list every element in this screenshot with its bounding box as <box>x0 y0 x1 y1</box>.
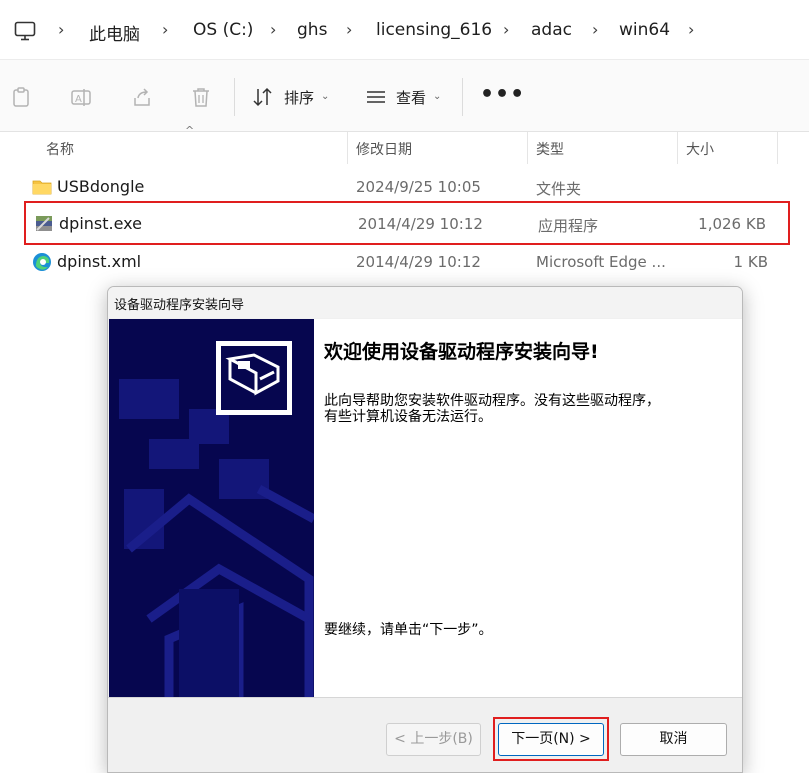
chevron-right-icon[interactable]: › <box>592 20 598 39</box>
chevron-right-icon[interactable]: › <box>270 20 276 39</box>
chevron-down-icon[interactable]: ⌄ <box>433 91 441 102</box>
paste-icon[interactable] <box>10 86 32 108</box>
file-type: 应用程序 <box>538 217 599 235</box>
file-row-usbdongle[interactable]: USBdongle 2024/9/25 10:05 文件夹 <box>24 169 790 205</box>
hardware-device-icon <box>216 341 292 415</box>
wizard-heading: 欢迎使用设备驱动程序安装向导! <box>324 341 599 363</box>
file-date: 2024/9/25 10:05 <box>356 178 481 196</box>
file-size: 1 KB <box>733 253 768 271</box>
file-row-dpinst-xml[interactable]: dpinst.xml 2014/4/29 10:12 Microsoft Edg… <box>24 244 790 280</box>
wizard-description: 此向导帮助您安装软件驱动程序。没有这些驱动程序，有些计算机设备无法运行。 <box>324 393 660 425</box>
file-size: 1,026 KB <box>698 215 766 233</box>
toolbar-divider <box>234 78 235 116</box>
file-name: USBdongle <box>57 177 145 196</box>
file-row-dpinst-exe[interactable]: dpinst.exe 2014/4/29 10:12 应用程序 1,026 KB <box>24 201 790 245</box>
column-header-date[interactable]: 修改日期 <box>348 132 528 164</box>
column-header-type[interactable]: 类型 <box>528 132 678 164</box>
rename-icon[interactable]: A <box>70 86 92 108</box>
chevron-right-icon[interactable]: › <box>346 20 352 39</box>
breadcrumb-win64[interactable]: win64 <box>619 20 670 40</box>
sort-icon[interactable] <box>252 86 274 108</box>
next-button-highlight <box>493 717 609 761</box>
column-header-size[interactable]: 大小 <box>678 132 778 164</box>
computer-icon[interactable] <box>14 21 36 41</box>
sort-button[interactable]: 排序 <box>284 87 314 108</box>
file-name: dpinst.exe <box>59 214 142 233</box>
delete-icon[interactable] <box>190 86 212 108</box>
chevron-right-icon[interactable]: › <box>688 20 694 39</box>
chevron-right-icon[interactable]: › <box>58 20 64 39</box>
chevron-right-icon[interactable]: › <box>162 20 168 39</box>
view-button[interactable]: 查看 <box>396 87 426 108</box>
column-header-name[interactable]: 名称 <box>38 132 348 164</box>
chevron-right-icon[interactable]: › <box>503 20 509 39</box>
command-bar: A 排序 ⌄ 查看 ⌄ ••• <box>0 60 809 132</box>
file-date: 2014/4/29 10:12 <box>356 253 481 271</box>
breadcrumb-adac[interactable]: adac <box>531 20 572 40</box>
more-options-button[interactable]: ••• <box>480 82 525 107</box>
share-icon[interactable] <box>131 86 153 108</box>
cancel-button[interactable]: 取消 <box>620 723 727 756</box>
file-name: dpinst.xml <box>57 252 142 271</box>
breadcrumb-this-pc[interactable]: 此电脑 <box>89 20 140 45</box>
edge-icon <box>33 253 51 271</box>
file-type: Microsoft Edge ... <box>536 253 666 271</box>
file-date: 2014/4/29 10:12 <box>358 215 483 233</box>
breadcrumb-licensing[interactable]: licensing_616 <box>376 20 492 40</box>
toolbar-divider <box>462 78 463 116</box>
dialog-title[interactable]: 设备驱动程序安装向导 <box>108 287 742 318</box>
address-bar[interactable]: › 此电脑 › OS (C:) › ghs › licensing_616 › … <box>0 0 809 60</box>
breadcrumb-os-c[interactable]: OS (C:) <box>193 20 253 40</box>
installer-icon <box>36 216 52 231</box>
wizard-content: 欢迎使用设备驱动程序安装向导! 此向导帮助您安装软件驱动程序。没有这些驱动程序，… <box>216 319 742 697</box>
file-type: 文件夹 <box>536 180 582 198</box>
chevron-down-icon[interactable]: ⌄ <box>321 91 329 102</box>
driver-install-wizard-dialog: 设备驱动程序安装向导 欢迎使用设备驱动程序安装向导! 此向导帮助您安装软件驱动程… <box>107 286 743 773</box>
view-icon[interactable] <box>365 86 387 108</box>
wizard-continue-hint: 要继续，请单击“下一步”。 <box>324 622 493 638</box>
breadcrumb-ghs[interactable]: ghs <box>297 20 327 40</box>
svg-text:A: A <box>75 94 82 105</box>
back-button[interactable]: < 上一步(B) <box>386 723 481 756</box>
folder-icon <box>32 180 52 195</box>
dialog-footer-divider <box>108 697 742 698</box>
